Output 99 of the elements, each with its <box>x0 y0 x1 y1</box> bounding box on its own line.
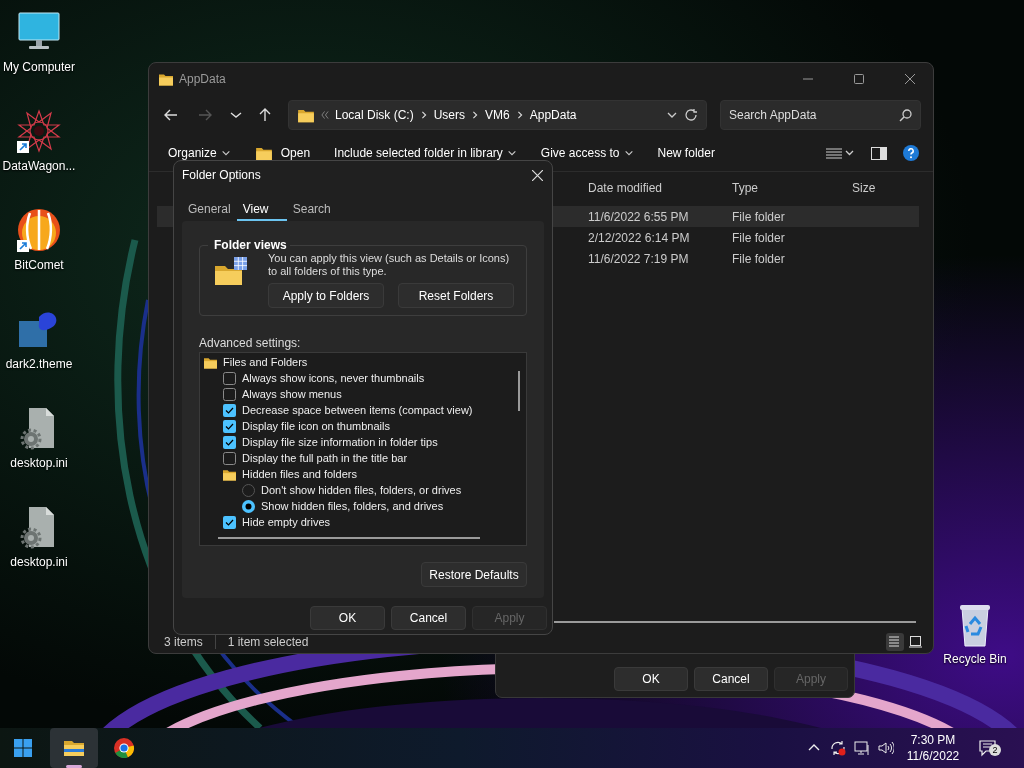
chevron-right-icon <box>471 110 480 120</box>
window-title: AppData <box>179 72 226 86</box>
close-icon[interactable] <box>905 74 915 84</box>
sync-icon[interactable] <box>830 740 846 756</box>
icon-label: dark2.theme <box>5 357 73 371</box>
option-label: Display file size information in folder tips <box>242 436 438 448</box>
option-label: Decrease space between items (compact view) <box>242 404 473 416</box>
tiles-view-icon[interactable] <box>907 633 925 651</box>
browser-icon <box>112 736 136 760</box>
toolbar-button[interactable]: Include selected folder in library <box>334 146 517 160</box>
table-cell-text: 11/6/2022 7:19 PM <box>588 251 690 266</box>
option-label: Always show icons, never thumbnails <box>242 372 425 384</box>
clock-time: 7:30 PM <box>910 732 956 748</box>
chevron-right-icon <box>515 110 524 120</box>
option-label: Don't show hidden files, folders, or drives <box>261 484 462 496</box>
refresh-icon[interactable] <box>684 108 698 122</box>
notification-icon[interactable] <box>979 739 997 757</box>
toolbar-button[interactable]: New folder <box>657 146 715 160</box>
checkbox[interactable] <box>223 515 236 529</box>
dialog-button[interactable]: Cancel <box>694 667 768 691</box>
folder-icon <box>203 355 218 369</box>
breadcrumb[interactable]: VM6 <box>485 108 510 122</box>
chevron-down-icon <box>623 148 634 158</box>
status-text: 1 item selected <box>227 635 309 649</box>
column-header[interactable]: Date modified <box>588 181 732 195</box>
folder-icon <box>158 72 174 86</box>
checkbox[interactable] <box>223 451 236 465</box>
chevron-down-icon <box>506 148 517 158</box>
description-text: You can apply this view (such as Details or Icons) to all folders of this type. <box>268 252 511 278</box>
status-text: 3 items <box>164 635 203 649</box>
breadcrumb[interactable]: Users <box>433 108 466 122</box>
checkbox[interactable] <box>223 435 236 449</box>
details-view-icon[interactable] <box>886 633 904 651</box>
icon-label: DataWagon... <box>2 159 76 173</box>
folder-icon <box>297 107 315 123</box>
column-header[interactable]: Size <box>852 181 919 195</box>
checkbox[interactable] <box>223 371 236 385</box>
folder-grid-icon <box>214 256 248 286</box>
dialog-button[interactable]: OK <box>310 606 385 630</box>
dialog-button[interactable]: Restore Defaults <box>421 562 527 587</box>
option-label: Show hidden files, folders, and drives <box>261 500 444 512</box>
dialog-button[interactable]: Reset Folders <box>398 283 514 308</box>
option-label: Display the full path in the title bar <box>242 452 408 464</box>
radio-button[interactable] <box>242 483 255 497</box>
breadcrumb[interactable]: Local Disk (C:) <box>335 108 414 122</box>
dialog-button[interactable]: Cancel <box>391 606 466 630</box>
preview-pane-icon[interactable] <box>871 146 887 160</box>
table-cell-text: 11/6/2022 6:55 PM <box>588 209 690 224</box>
double-chevron-icon <box>321 110 329 120</box>
chevron-down-icon <box>220 148 231 158</box>
star-icon[interactable] <box>15 107 63 155</box>
folder-icon <box>254 145 273 161</box>
dialog-button[interactable]: Apply to Folders <box>268 283 384 308</box>
tab[interactable]: Search <box>286 199 337 221</box>
table-cell-text: File folder <box>732 230 786 245</box>
group-title: Folder views <box>213 238 288 252</box>
toolbar-button[interactable]: Give access to <box>540 146 634 160</box>
section-label: Advanced settings: <box>199 336 302 350</box>
group-label: Files and Folders <box>223 356 308 368</box>
start-icon[interactable] <box>14 739 32 757</box>
view-list-icon[interactable] <box>825 147 855 159</box>
checkbox[interactable] <box>223 419 236 433</box>
ball-icon[interactable] <box>15 206 63 254</box>
tab[interactable]: General <box>182 199 237 221</box>
folder-icon <box>222 467 237 481</box>
chevron-right-icon <box>419 110 428 120</box>
option-label: Hide empty drives <box>242 516 331 528</box>
icon-label: desktop.ini <box>10 456 68 470</box>
dialog-title: Folder Options <box>182 168 262 182</box>
column-header[interactable]: Type <box>732 181 852 195</box>
group-label: Hidden files and folders <box>242 468 357 480</box>
network-icon[interactable] <box>854 740 870 756</box>
table-cell-text: File folder <box>732 209 786 224</box>
maximize-icon[interactable] <box>854 74 864 84</box>
search-field[interactable]: Search AppData <box>720 100 921 130</box>
clock-date: 11/6/2022 <box>906 748 960 764</box>
volume-icon[interactable] <box>878 740 894 756</box>
icon-label: desktop.ini <box>10 555 68 569</box>
checkbox[interactable] <box>223 403 236 417</box>
breadcrumb[interactable]: AppData <box>529 108 577 122</box>
option-label: Always show menus <box>242 388 342 400</box>
checkbox[interactable] <box>223 387 236 401</box>
table-cell-text: 2/12/2022 6:14 PM <box>588 230 691 245</box>
notification-count: 2 <box>989 744 1001 756</box>
taskbar-button[interactable] <box>50 728 98 768</box>
up-arrow-icon[interactable] <box>257 107 273 123</box>
search-icon[interactable] <box>899 109 912 122</box>
icon-label: Recycle Bin <box>943 652 1007 666</box>
icon-label: BitComet <box>14 258 64 272</box>
radio-button[interactable] <box>242 499 255 513</box>
scrollbar-thumb <box>518 371 520 411</box>
table-cell-text: File folder <box>732 251 786 266</box>
toolbar-button[interactable]: Organize <box>168 146 231 160</box>
help-icon[interactable] <box>903 145 919 161</box>
address-bar[interactable]: Local Disk (C:) Users VM6 AppData <box>288 100 707 130</box>
dialog-button[interactable]: OK <box>614 667 688 691</box>
back-arrow-icon[interactable] <box>163 107 179 123</box>
icon-label: My Computer <box>3 60 75 74</box>
option-label: Display file icon on thumbnails <box>242 420 390 432</box>
